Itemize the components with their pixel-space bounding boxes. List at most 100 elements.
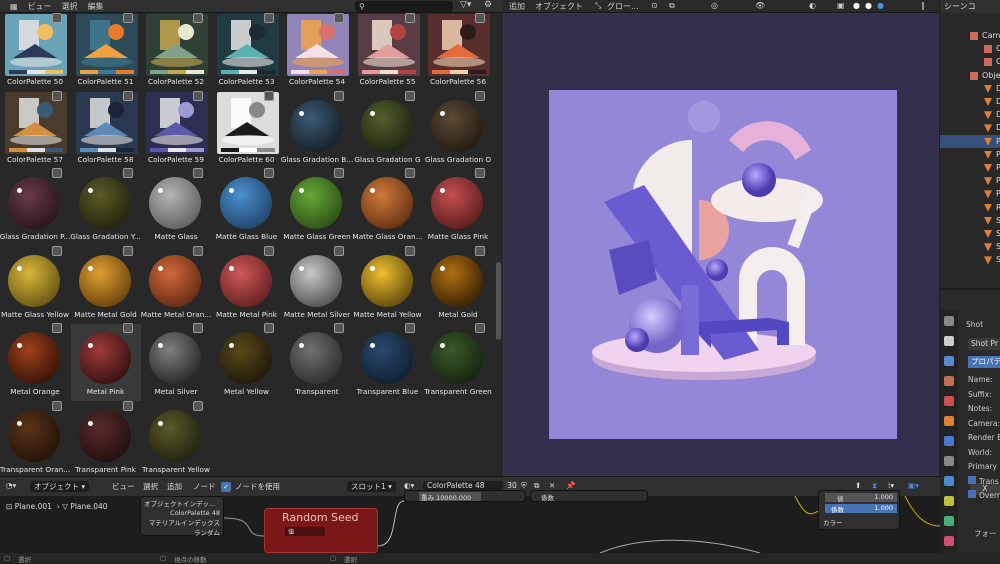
- outliner-row[interactable]: C: [940, 55, 1000, 68]
- menu-view[interactable]: ビュー: [28, 1, 52, 12]
- editor-type-icon[interactable]: ◔▾: [6, 481, 16, 490]
- asset-tile[interactable]: Matte Glass Pink: [423, 168, 493, 246]
- asset-tile[interactable]: Glass Gradation Y...: [70, 168, 141, 246]
- outliner-row[interactable]: D: [940, 108, 1000, 121]
- mode-dropdown[interactable]: オブジェクト ▾: [30, 481, 90, 492]
- asset-tile[interactable]: Matte Glass Blue: [212, 168, 282, 246]
- menu-select[interactable]: 選択: [143, 481, 158, 492]
- panel-title[interactable]: Shot: [966, 320, 983, 329]
- asset-tile[interactable]: ColorPalette 50: [0, 13, 70, 91]
- asset-tile[interactable]: Matte Metal Yellow: [353, 245, 423, 324]
- asset-tile[interactable]: ColorPalette 60: [212, 90, 282, 169]
- asset-tile[interactable]: Transparent Oran...: [0, 400, 70, 477]
- asset-tile[interactable]: ColorPalette 53: [212, 13, 282, 91]
- menu-view[interactable]: ビュー: [112, 481, 135, 492]
- asset-search-input[interactable]: ⚲: [355, 1, 453, 12]
- asset-tile[interactable]: ColorPalette 57: [0, 90, 70, 169]
- asset-tile[interactable]: Matte Metal Oran...: [141, 245, 211, 324]
- outliner-row[interactable]: S: [940, 240, 1000, 253]
- outliner-row[interactable]: Objec: [940, 69, 1000, 82]
- pin-icon[interactable]: 📌: [566, 481, 575, 490]
- pivot-icon[interactable]: ⊙: [651, 1, 658, 10]
- world-tab-icon[interactable]: [944, 396, 954, 406]
- asset-scrollbar[interactable]: [496, 262, 501, 340]
- asset-tile[interactable]: Matte Metal Pink: [212, 245, 282, 324]
- overlay-icon[interactable]: ▣▾: [908, 481, 919, 490]
- tool-tab-icon[interactable]: [944, 316, 954, 326]
- visibility-icon[interactable]: 👁: [755, 1, 765, 10]
- snap-icon[interactable]: ⧉: [669, 1, 675, 11]
- xray-icon[interactable]: ▣: [837, 1, 845, 10]
- gear-icon[interactable]: ⚙: [484, 0, 498, 13]
- data-tab-icon[interactable]: [944, 516, 954, 526]
- menu-node[interactable]: ノード: [193, 481, 216, 492]
- material-name-field[interactable]: ColorPalette 48: [423, 481, 503, 490]
- user-count[interactable]: 30: [505, 481, 519, 490]
- asset-tile[interactable]: Matte Glass: [141, 168, 211, 246]
- asset-tile[interactable]: Transparent: [282, 323, 352, 401]
- property-checkbox[interactable]: Trans: [968, 476, 999, 486]
- asset-tile[interactable]: Transparent Pink: [71, 400, 141, 477]
- snap-target-icon[interactable]: ⁞▾: [888, 481, 894, 490]
- pause-icon[interactable]: ∥: [921, 1, 925, 10]
- asset-tile[interactable]: ColorPalette 51: [71, 13, 141, 91]
- render-tab-icon[interactable]: [944, 336, 954, 346]
- asset-tile[interactable]: Matte Metal Gold: [71, 245, 141, 324]
- asset-tile[interactable]: ColorPalette 59: [141, 90, 211, 169]
- outliner-row[interactable]: Came: [940, 29, 1000, 42]
- menu-add[interactable]: 追加: [167, 481, 182, 492]
- use-nodes-checkbox[interactable]: ✓: [221, 482, 231, 492]
- outliner-row[interactable]: R: [940, 201, 1000, 214]
- constraints-tab-icon[interactable]: [944, 496, 954, 506]
- editor-type-icon[interactable]: ▦: [10, 2, 18, 11]
- asset-tile[interactable]: ColorPalette 55: [353, 13, 423, 91]
- menu-add[interactable]: 追加: [509, 1, 525, 12]
- outliner-row[interactable]: D: [940, 82, 1000, 95]
- asset-tile[interactable]: Transparent Blue: [353, 323, 423, 401]
- asset-tile[interactable]: ColorPalette 58: [71, 90, 141, 169]
- asset-tile[interactable]: Metal Gold: [423, 245, 493, 324]
- up-arrow-icon[interactable]: ⬆: [855, 481, 861, 490]
- asset-tile[interactable]: ColorPalette 52: [141, 13, 211, 91]
- asset-tile[interactable]: Metal Silver: [141, 323, 211, 401]
- outliner-row[interactable]: S: [940, 253, 1000, 266]
- transform-orientation-icon[interactable]: ⤡: [595, 1, 601, 11]
- outliner-row[interactable]: S: [940, 227, 1000, 240]
- menu-edit[interactable]: 編集: [88, 1, 104, 12]
- preset-field[interactable]: Shot Pr: [968, 338, 1000, 350]
- outliner-row[interactable]: D: [940, 95, 1000, 108]
- physics-tab-icon[interactable]: [944, 476, 954, 486]
- asset-tile[interactable]: Glass Gradation P...: [0, 168, 70, 246]
- outliner-row[interactable]: C: [940, 42, 1000, 55]
- property-checkbox[interactable]: Overr: [968, 490, 1000, 500]
- asset-tile[interactable]: Metal Orange: [0, 323, 70, 401]
- footer-section[interactable]: フォー: [974, 528, 997, 539]
- asset-tile[interactable]: Matte Glass Green: [282, 168, 352, 246]
- outliner-row[interactable]: D: [940, 121, 1000, 134]
- asset-tile[interactable]: Transparent Yellow: [141, 400, 211, 477]
- material-sphere-icon[interactable]: ◐▾: [404, 481, 414, 490]
- asset-tile[interactable]: ColorPalette 54: [282, 13, 352, 91]
- asset-tile[interactable]: Glass Gradation O: [423, 90, 493, 169]
- asset-tile[interactable]: Glass Gradation G: [353, 90, 423, 169]
- asset-tile[interactable]: Matte Glass Oran...: [352, 168, 423, 246]
- outliner-row[interactable]: S: [940, 214, 1000, 227]
- modifier-tab-icon[interactable]: [944, 436, 954, 446]
- object-tab-icon[interactable]: [944, 416, 954, 426]
- shading-wire-icon[interactable]: ●: [853, 1, 860, 10]
- outliner-row[interactable]: P: [940, 148, 1000, 161]
- scene-tab-icon[interactable]: [944, 376, 954, 386]
- output-tab-icon[interactable]: [944, 356, 954, 366]
- material-tab-icon[interactable]: [944, 536, 954, 546]
- asset-tile[interactable]: Metal Yellow: [212, 323, 282, 401]
- menu-select[interactable]: 選択: [62, 1, 78, 12]
- asset-tile[interactable]: Glass Gradation B...: [281, 90, 353, 169]
- orientation-dropdown[interactable]: グロー...: [607, 1, 639, 12]
- asset-tile[interactable]: Metal Pink: [70, 323, 141, 401]
- particles-tab-icon[interactable]: [944, 456, 954, 466]
- outliner-row[interactable]: P: [940, 174, 1000, 187]
- asset-tile[interactable]: Matte Metal Silver: [282, 245, 352, 324]
- overlay-icon[interactable]: ◐: [809, 1, 816, 10]
- outliner-row[interactable]: P: [940, 161, 1000, 174]
- shading-rendered-icon[interactable]: ●: [877, 1, 884, 10]
